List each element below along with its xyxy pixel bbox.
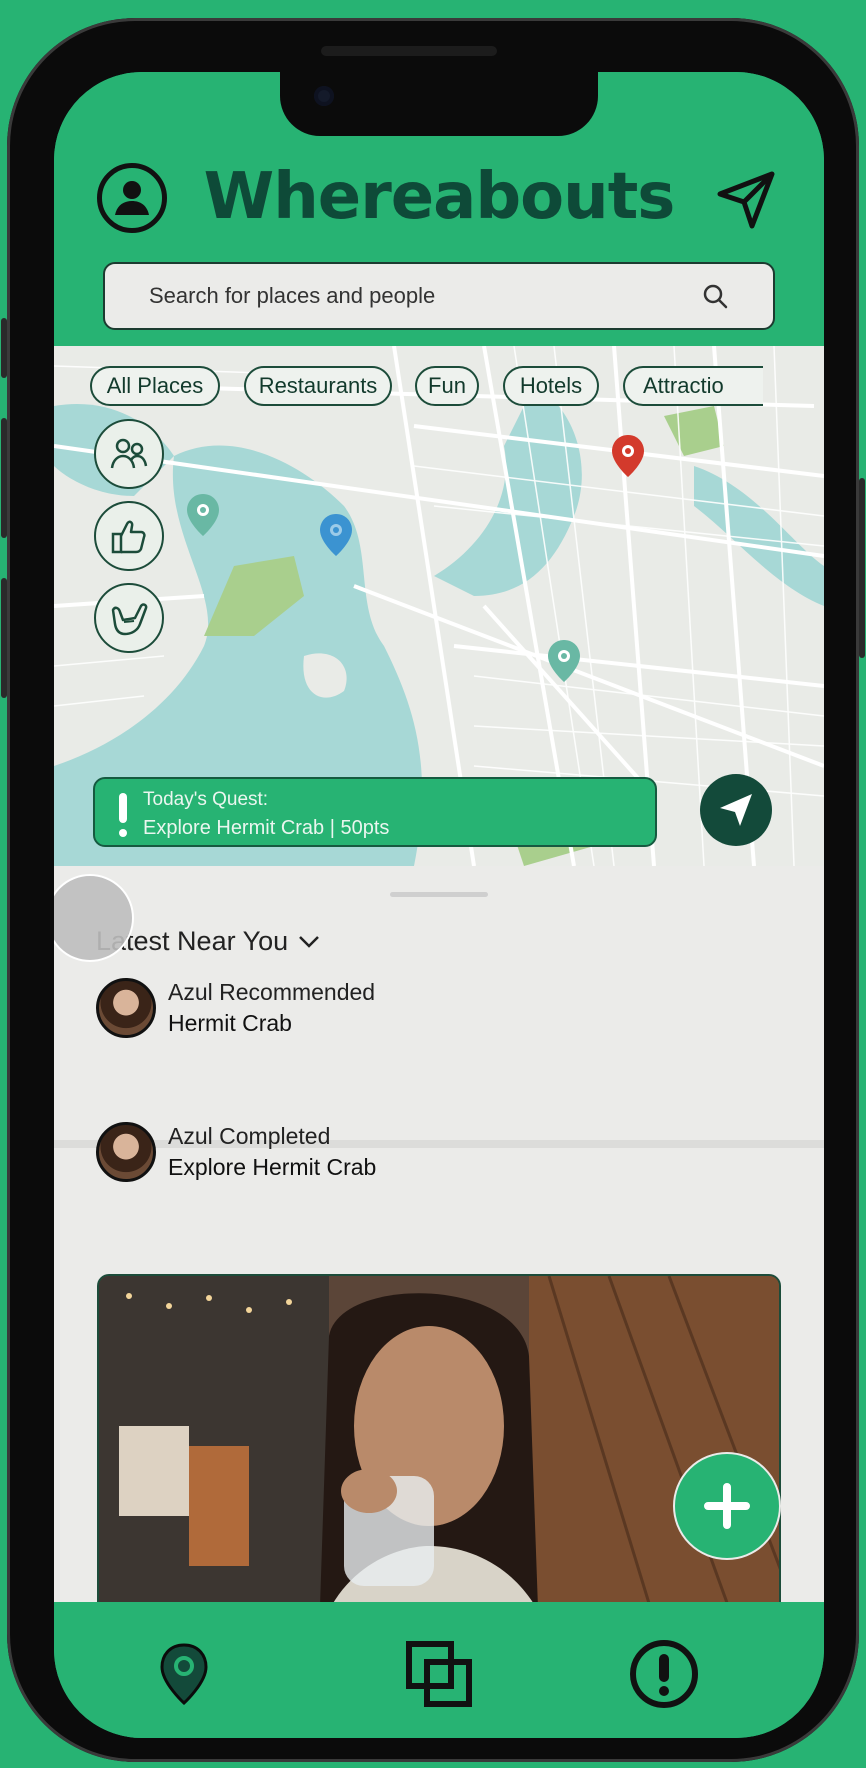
- map-pin-icon: [160, 1643, 208, 1706]
- tab-feed[interactable]: [399, 1634, 479, 1714]
- map-pin-icon[interactable]: [318, 512, 354, 558]
- feed-item-subject: Explore Hermit Crab: [168, 1154, 377, 1180]
- bottom-tab-bar: [54, 1602, 824, 1738]
- filter-restaurants[interactable]: Restaurants: [244, 366, 392, 406]
- map-pin-icon[interactable]: [610, 433, 646, 479]
- front-camera: [314, 86, 334, 106]
- hang-loose-button[interactable]: [94, 583, 164, 653]
- photo-illustration: [99, 1276, 779, 1632]
- power-button: [859, 478, 865, 658]
- thumbs-up-icon: [111, 520, 146, 554]
- recommend-button[interactable]: [94, 501, 164, 571]
- quest-text: Explore Hermit Crab | 50pts: [143, 817, 390, 839]
- feed-photo[interactable]: [97, 1274, 781, 1634]
- feed-item-action: Azul Recommended: [168, 979, 376, 1005]
- app-screen: Whereabouts Search for places and people: [54, 72, 824, 1738]
- plus-icon: [704, 1483, 750, 1529]
- map-view[interactable]: All Places Restaurants Fun Hotels Attrac…: [54, 346, 824, 866]
- quest-label: Today's Quest:: [143, 789, 269, 810]
- feed-item[interactable]: Azul Completed Explore Hermit Crab: [96, 1122, 376, 1182]
- feed-item[interactable]: Azul Recommended Hermit Crab: [96, 978, 375, 1038]
- tab-quests[interactable]: [624, 1634, 704, 1714]
- friends-icon: [110, 438, 148, 469]
- todays-quest-banner[interactable]: Today's Quest: Explore Hermit Crab | 50p…: [93, 777, 657, 847]
- send-button[interactable]: [714, 168, 778, 232]
- drag-handle[interactable]: [390, 892, 488, 897]
- volume-up-button: [1, 418, 7, 538]
- filter-attractions[interactable]: Attractio: [623, 366, 763, 406]
- locate-me-button[interactable]: [700, 774, 772, 846]
- phone-frame: Whereabouts Search for places and people: [1, 18, 865, 1762]
- app-title: Whereabouts: [203, 160, 676, 234]
- add-post-button[interactable]: [673, 1452, 781, 1560]
- search-placeholder: Search for places and people: [149, 283, 436, 308]
- feed-icon: [406, 1641, 472, 1707]
- search-icon[interactable]: [701, 282, 729, 310]
- filter-fun[interactable]: Fun: [415, 366, 479, 406]
- feed-item-subject: Hermit Crab: [168, 1010, 292, 1036]
- volume-down-button: [1, 578, 7, 698]
- notch: [280, 72, 598, 136]
- filter-all-places[interactable]: All Places: [90, 366, 220, 406]
- mute-switch: [1, 318, 7, 378]
- avatar: [96, 1122, 156, 1182]
- navigation-arrow-icon: [720, 794, 752, 826]
- shaka-icon: [111, 603, 148, 636]
- avatar: [96, 978, 156, 1038]
- chevron-down-icon: [299, 935, 320, 948]
- feed-item-action: Azul Completed: [168, 1123, 331, 1149]
- exclamation-dot: [119, 829, 127, 837]
- filter-hotels[interactable]: Hotels: [503, 366, 599, 406]
- alert-icon: [630, 1640, 698, 1708]
- search-bar[interactable]: Search for places and people: [103, 262, 775, 330]
- earpiece-speaker: [321, 46, 497, 56]
- map-pin-icon[interactable]: [546, 638, 582, 684]
- exclamation-icon: [119, 793, 127, 823]
- map-pin-icon[interactable]: [185, 492, 221, 538]
- tab-map[interactable]: [144, 1634, 224, 1714]
- friends-button[interactable]: [94, 419, 164, 489]
- send-icon: [717, 171, 775, 229]
